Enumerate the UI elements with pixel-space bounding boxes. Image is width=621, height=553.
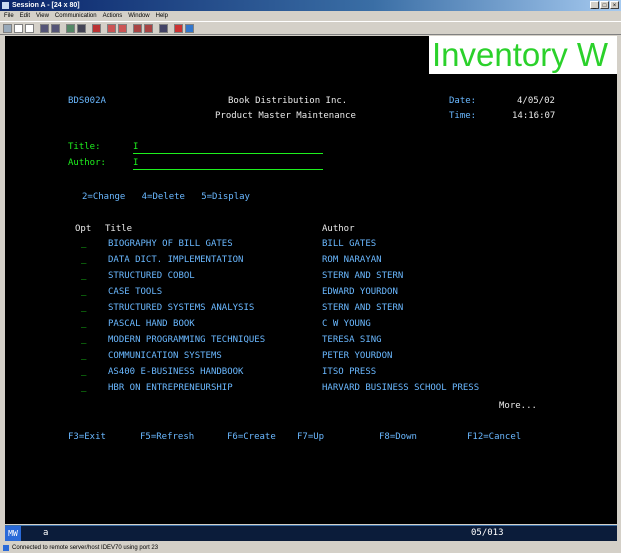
terminal-screen[interactable]: Inventory W BDS002A Book Distribution In… bbox=[5, 36, 617, 524]
inventory-banner: Inventory W bbox=[429, 36, 617, 74]
send-icon[interactable] bbox=[40, 24, 49, 33]
screen-id: BDS002A bbox=[68, 96, 106, 106]
cursor-position: 05/013 bbox=[471, 528, 504, 538]
menu-file[interactable]: File bbox=[4, 11, 14, 21]
print-screen-icon[interactable] bbox=[3, 24, 12, 33]
more-indicator: More... bbox=[499, 401, 537, 411]
company-name: Book Distribution Inc. bbox=[228, 96, 348, 106]
row-author: TERESA SING bbox=[322, 335, 382, 345]
options-legend: 2=Change 4=Delete 5=Display bbox=[82, 192, 250, 202]
map-icon[interactable] bbox=[133, 24, 142, 33]
author-column-header: Author bbox=[322, 224, 355, 234]
time-label: Time: bbox=[449, 111, 477, 121]
macro-icon[interactable] bbox=[107, 24, 116, 33]
opt-input[interactable]: _ bbox=[81, 255, 86, 266]
opt-column-header: Opt bbox=[75, 224, 92, 234]
row-author: EDWARD YOURDON bbox=[322, 287, 398, 297]
connection-status: Connected to remote server/host IDEV70 u… bbox=[12, 545, 159, 551]
status-bar: Connected to remote server/host IDEV70 u… bbox=[0, 543, 621, 553]
opt-input[interactable]: _ bbox=[81, 303, 86, 314]
author-input-underline bbox=[133, 169, 323, 170]
opt-input[interactable]: _ bbox=[81, 271, 86, 282]
minimize-button[interactable]: _ bbox=[590, 1, 599, 9]
close-button[interactable]: × bbox=[610, 1, 619, 9]
row-author: PETER YOURDON bbox=[322, 351, 393, 361]
row-author: STERN AND STERN bbox=[322, 271, 404, 281]
play-icon[interactable] bbox=[118, 24, 127, 33]
row-author: STERN AND STERN bbox=[322, 303, 404, 313]
fkey-cancel[interactable]: F12=Cancel bbox=[467, 432, 521, 443]
message-waiting-indicator: MW bbox=[5, 526, 21, 541]
stop-icon[interactable] bbox=[174, 24, 183, 33]
fkey-up[interactable]: F7=Up bbox=[297, 432, 324, 443]
row-title: CASE TOOLS bbox=[108, 287, 163, 297]
row-author: C W YOUNG bbox=[322, 319, 371, 329]
author-input[interactable]: I bbox=[133, 158, 138, 169]
session-indicator: a bbox=[43, 528, 49, 538]
row-title: DATA DICT. IMPLEMENTATION bbox=[108, 255, 244, 265]
title-input-underline bbox=[133, 153, 323, 154]
date-value: 4/05/02 bbox=[517, 96, 555, 106]
toolbar bbox=[0, 21, 621, 35]
row-title: HBR ON ENTREPRENEURSHIP bbox=[108, 383, 233, 393]
menu-edit[interactable]: Edit bbox=[20, 11, 30, 21]
row-title: MODERN PROGRAMMING TECHNIQUES bbox=[108, 335, 266, 345]
connection-icon bbox=[3, 545, 9, 551]
fkey-down[interactable]: F8=Down bbox=[379, 432, 417, 443]
opt-input[interactable]: _ bbox=[81, 351, 86, 362]
author-label: Author: bbox=[68, 158, 106, 168]
settings-icon[interactable] bbox=[159, 24, 168, 33]
window-controls: _ □ × bbox=[590, 1, 619, 9]
row-title: COMMUNICATION SYSTEMS bbox=[108, 351, 222, 361]
menu-actions[interactable]: Actions bbox=[103, 11, 123, 21]
fkey-refresh[interactable]: F5=Refresh bbox=[140, 432, 194, 443]
opt-input[interactable]: _ bbox=[81, 367, 86, 378]
fkey-exit[interactable]: F3=Exit bbox=[68, 432, 106, 443]
copy-icon[interactable] bbox=[14, 24, 23, 33]
keyboard-icon[interactable] bbox=[77, 24, 86, 33]
title-label: Title: bbox=[68, 142, 101, 152]
row-title: BIOGRAPHY OF BILL GATES bbox=[108, 239, 233, 249]
receive-icon[interactable] bbox=[51, 24, 60, 33]
opt-input[interactable]: _ bbox=[81, 335, 86, 346]
menu-bar: File Edit View Communication Actions Win… bbox=[0, 11, 621, 21]
opt-input[interactable]: _ bbox=[81, 383, 86, 394]
record-icon[interactable] bbox=[92, 24, 101, 33]
date-label: Date: bbox=[449, 96, 477, 106]
row-author: ITSO PRESS bbox=[322, 367, 377, 377]
paste-icon[interactable] bbox=[25, 24, 34, 33]
title-input[interactable]: I bbox=[133, 142, 138, 153]
opt-input[interactable]: _ bbox=[81, 239, 86, 250]
opt-input[interactable]: _ bbox=[81, 319, 86, 330]
help-icon[interactable] bbox=[185, 24, 194, 33]
row-author: BILL GATES bbox=[322, 239, 377, 249]
transfer-icon[interactable] bbox=[144, 24, 153, 33]
menu-window[interactable]: Window bbox=[128, 11, 149, 21]
row-title: AS400 E-BUSINESS HANDBOOK bbox=[108, 367, 244, 377]
row-author: HARVARD BUSINESS SCHOOL PRESS bbox=[322, 383, 480, 393]
opt-input[interactable]: _ bbox=[81, 287, 86, 298]
time-value: 14:16:07 bbox=[512, 111, 556, 121]
window-title-bar[interactable]: Session A - [24 x 80] _ □ × bbox=[0, 0, 621, 11]
row-title: STRUCTURED COBOL bbox=[108, 271, 195, 281]
maximize-button[interactable]: □ bbox=[600, 1, 609, 9]
title-column-header: Title bbox=[105, 224, 133, 234]
row-title: STRUCTURED SYSTEMS ANALYSIS bbox=[108, 303, 255, 313]
operator-info-area: MW a 05/013 bbox=[5, 525, 617, 541]
row-title: PASCAL HAND BOOK bbox=[108, 319, 195, 329]
menu-help[interactable]: Help bbox=[156, 11, 168, 21]
menu-communication[interactable]: Communication bbox=[55, 11, 97, 21]
menu-view[interactable]: View bbox=[36, 11, 49, 21]
app-icon bbox=[2, 2, 9, 9]
window-title: Session A - [24 x 80] bbox=[12, 2, 80, 9]
display-icon[interactable] bbox=[66, 24, 75, 33]
screen-subtitle: Product Master Maintenance bbox=[215, 111, 356, 121]
row-author: ROM NARAYAN bbox=[322, 255, 382, 265]
fkey-create[interactable]: F6=Create bbox=[227, 432, 276, 443]
